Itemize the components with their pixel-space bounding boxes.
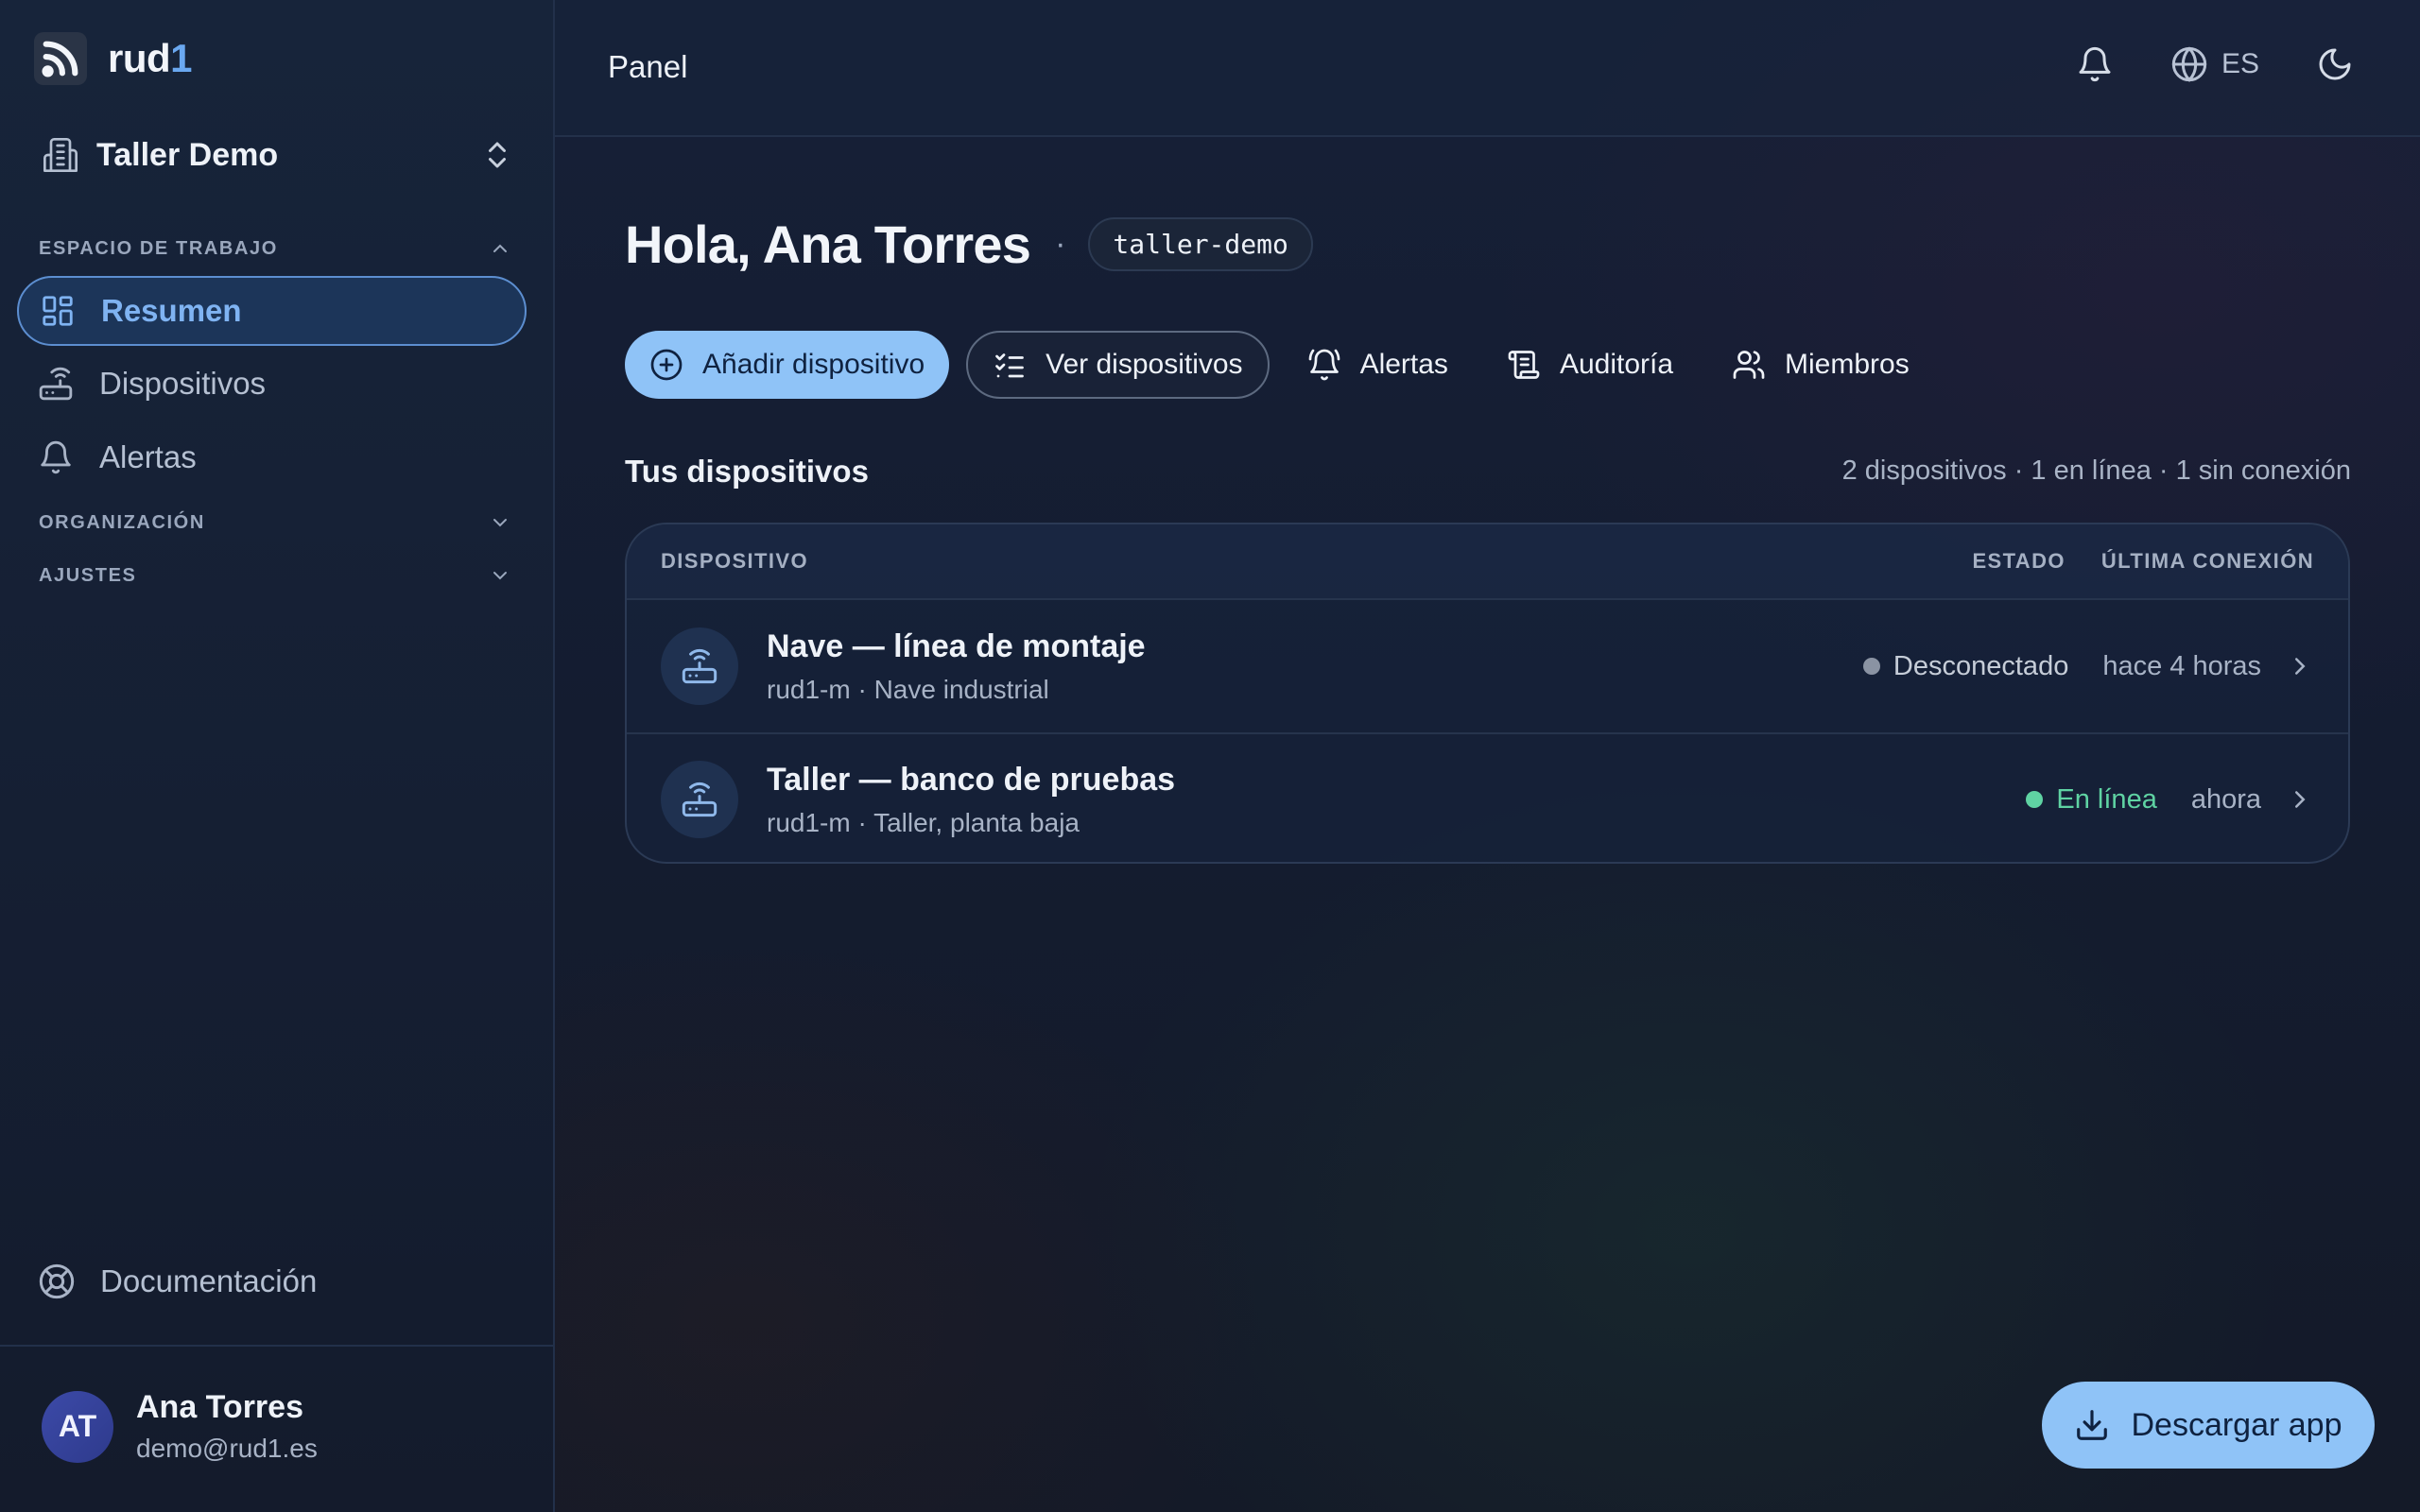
audit-button[interactable]: Auditoría [1486, 331, 1694, 399]
building-icon [43, 138, 78, 173]
view-devices-button[interactable]: Ver dispositivos [966, 331, 1270, 399]
sidebar-item-label: Alertas [99, 439, 197, 474]
greeting-separator: · [1055, 226, 1066, 262]
notifications-bell-icon[interactable] [2076, 45, 2114, 83]
last-connection: ahora [2190, 783, 2261, 815]
device-subtitle: rud1-m · Taller, planta baja [767, 807, 1080, 837]
sidebar-item-label: Dispositivos [99, 366, 267, 401]
last-connection: hace 4 horas [2102, 650, 2261, 681]
device-avatar [661, 627, 738, 705]
column-last-connection: ÚLTIMA CONEXIÓN [2100, 549, 2314, 573]
chevron-right-icon [2295, 658, 2306, 675]
topbar: Panel ES [555, 0, 2420, 137]
sidebar: rud1 Taller Demo ESPACIO DE TRABAJO Resu… [0, 0, 555, 1512]
chevron-down-icon [493, 572, 507, 580]
workspace-name: Taller Demo [96, 136, 279, 173]
devices-section-title: Tus dispositivos [625, 454, 869, 489]
table-header: DISPOSITIVO ESTADO ÚLTIMA CONEXIÓN [627, 524, 2348, 600]
avatar: AT [42, 1390, 113, 1463]
bell-ring-icon [1308, 349, 1340, 381]
language-selector[interactable]: ES [2170, 45, 2259, 83]
router-icon [682, 782, 717, 817]
chevron-down-icon [493, 519, 507, 527]
device-avatar [661, 761, 738, 838]
chevron-up-icon [493, 244, 507, 252]
sidebar-item-dispositivos[interactable]: Dispositivos [17, 349, 527, 419]
dashboard-icon [43, 296, 73, 326]
download-app-button[interactable]: Descargar app [2042, 1382, 2375, 1469]
add-device-button[interactable]: Añadir dispositivo [625, 331, 950, 399]
table-row[interactable]: Taller — banco de pruebas rud1-m · Talle… [627, 732, 2348, 862]
user-name: Ana Torres [136, 1389, 303, 1425]
workspace-switcher[interactable]: Taller Demo [42, 132, 514, 178]
status-badge: Desconectado [1862, 651, 2068, 682]
members-button[interactable]: Miembros [1711, 331, 1930, 399]
users-icon [1733, 351, 1765, 379]
greeting: Hola, Ana Torres · taller-demo [625, 214, 1313, 275]
router-icon [682, 648, 717, 684]
device-subtitle: rud1-m · Nave industrial [767, 674, 1049, 704]
docs-link[interactable]: Documentación [38, 1263, 317, 1300]
top-actions: ES [2076, 45, 2354, 83]
brand-name: rud1 [108, 36, 193, 80]
quick-actions: Añadir dispositivo Ver dispositivos Aler… [625, 331, 1947, 399]
devices-table: DISPOSITIVO ESTADO ÚLTIMA CONEXIÓN Nave … [625, 523, 2350, 864]
globe-icon [2171, 46, 2207, 82]
page-title: Panel [608, 49, 688, 84]
list-check-icon [995, 353, 1024, 378]
chevron-right-icon [2295, 791, 2306, 808]
scroll-icon [1508, 351, 1540, 379]
main-content: Panel ES Hola, Ana Torres · taller-demo … [555, 0, 2420, 1512]
divider [0, 1345, 553, 1347]
download-icon [2077, 1410, 2108, 1440]
bell-icon [41, 440, 71, 474]
brand[interactable]: rud1 [34, 32, 193, 85]
status-dot [2026, 791, 2044, 808]
column-state: ESTADO [1972, 549, 2066, 573]
device-name: Taller — banco de pruebas [767, 761, 1176, 798]
life-buoy-icon [39, 1263, 75, 1299]
section-ajustes[interactable]: AJUSTES [39, 564, 511, 587]
column-device: DISPOSITIVO [661, 549, 808, 573]
section-workspace[interactable]: ESPACIO DE TRABAJO [39, 237, 511, 260]
sidebar-item-label: Resumen [101, 293, 242, 328]
app-root: rud1 Taller Demo ESPACIO DE TRABAJO Resu… [0, 0, 2420, 1512]
table-row[interactable]: Nave — línea de montaje rud1-m · Nave in… [627, 600, 2348, 732]
status-dot [1862, 658, 1880, 675]
sidebar-item-resumen[interactable]: Resumen [17, 276, 527, 346]
chevrons-up-down-icon [489, 142, 506, 168]
rss-logo-icon [34, 32, 87, 85]
sidebar-item-alertas[interactable]: Alertas [17, 422, 527, 492]
device-name: Nave — línea de montaje [767, 627, 1146, 664]
status-badge: En línea [2026, 784, 2157, 816]
router-icon [39, 367, 73, 401]
user-email: demo@rud1.es [136, 1434, 318, 1463]
moon-icon[interactable] [2316, 45, 2354, 83]
alerts-button[interactable]: Alertas [1287, 331, 1469, 399]
section-organizacion[interactable]: ORGANIZACIÓN [39, 511, 511, 534]
devices-summary: 2 dispositivos · 1 en línea · 1 sin cone… [1841, 455, 2351, 486]
user-profile[interactable]: AT Ana Torres demo@rud1.es [42, 1389, 318, 1464]
plus-circle-icon [650, 349, 683, 381]
greeting-title: Hola, Ana Torres [625, 215, 1031, 274]
workspace-slug: taller-demo [1088, 217, 1313, 271]
